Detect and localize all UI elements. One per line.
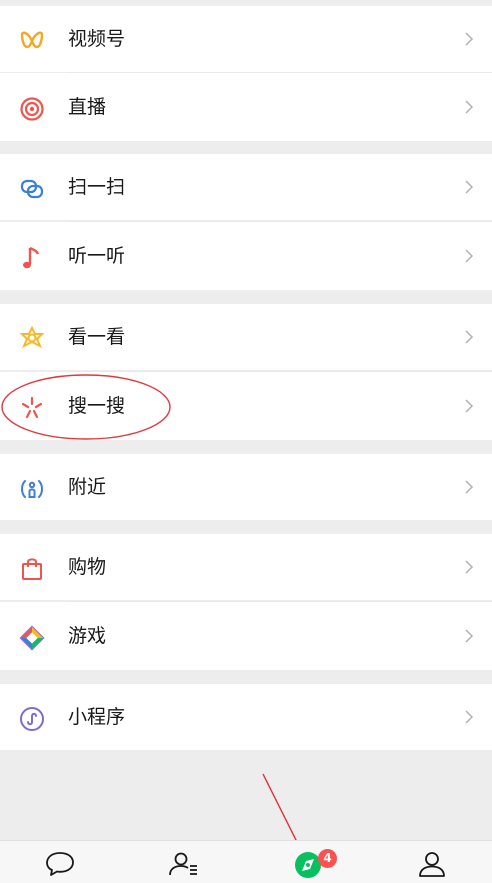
menu-item-label: 附近: [68, 476, 107, 498]
menu-item-label: 搜一搜: [68, 395, 126, 417]
nearby-icon: [21, 480, 43, 498]
chevron-right-icon: [465, 399, 474, 413]
bottom-tab-bar: [0, 840, 492, 883]
menu-item-search[interactable]: 搜一搜: [0, 372, 492, 440]
menu-item-live[interactable]: 直播: [0, 73, 492, 141]
menu-item-label: 小程序: [68, 706, 126, 728]
top-stories-icon: [19, 326, 45, 349]
menu-item-label: 购物: [68, 556, 107, 578]
menu-item-label: 看一看: [68, 326, 126, 348]
menu-item-mini-programs[interactable]: 小程序: [0, 684, 492, 750]
shopping-bag-icon: [22, 558, 42, 580]
chevron-right-icon: [465, 32, 474, 46]
search-sparkle-icon: [21, 396, 43, 419]
menu-item-label: 游戏: [68, 625, 107, 647]
chevron-right-icon: [465, 629, 474, 643]
chat-bubble-icon[interactable]: [40, 847, 80, 881]
menu-item-scan[interactable]: 扫一扫: [0, 154, 492, 220]
chevron-right-icon: [465, 100, 474, 114]
menu-item-shopping[interactable]: 购物: [0, 534, 492, 600]
discover-badge: 4: [318, 849, 337, 868]
chevron-right-icon: [465, 560, 474, 574]
chevron-right-icon: [465, 710, 474, 724]
contacts-icon[interactable]: [164, 847, 204, 881]
chevron-right-icon: [465, 330, 474, 344]
live-icon: [20, 97, 44, 121]
menu-item-label: 视频号: [68, 28, 126, 50]
menu-item-label: 扫一扫: [68, 176, 126, 198]
menu-item-top-stories[interactable]: 看一看: [0, 304, 492, 370]
chevron-right-icon: [465, 249, 474, 263]
chevron-right-icon: [465, 180, 474, 194]
menu-item-nearby[interactable]: 附近: [0, 454, 492, 520]
discover-screen: 视频号 直播 扫一扫 听一听 看一看 搜一搜 附近 购物 游戏 小程序 4: [0, 0, 492, 883]
games-icon: [19, 625, 45, 651]
channels-icon: [20, 31, 44, 49]
menu-item-label: 直播: [68, 96, 107, 118]
music-note-icon: [23, 246, 40, 269]
menu-item-games[interactable]: 游戏: [0, 602, 492, 670]
scan-icon: [20, 179, 44, 199]
person-icon[interactable]: [412, 847, 452, 881]
chevron-right-icon: [465, 480, 474, 494]
menu-item-channels[interactable]: 视频号: [0, 6, 492, 72]
menu-item-listen[interactable]: 听一听: [0, 222, 492, 290]
mini-program-icon: [20, 707, 44, 731]
menu-item-label: 听一听: [68, 245, 126, 267]
